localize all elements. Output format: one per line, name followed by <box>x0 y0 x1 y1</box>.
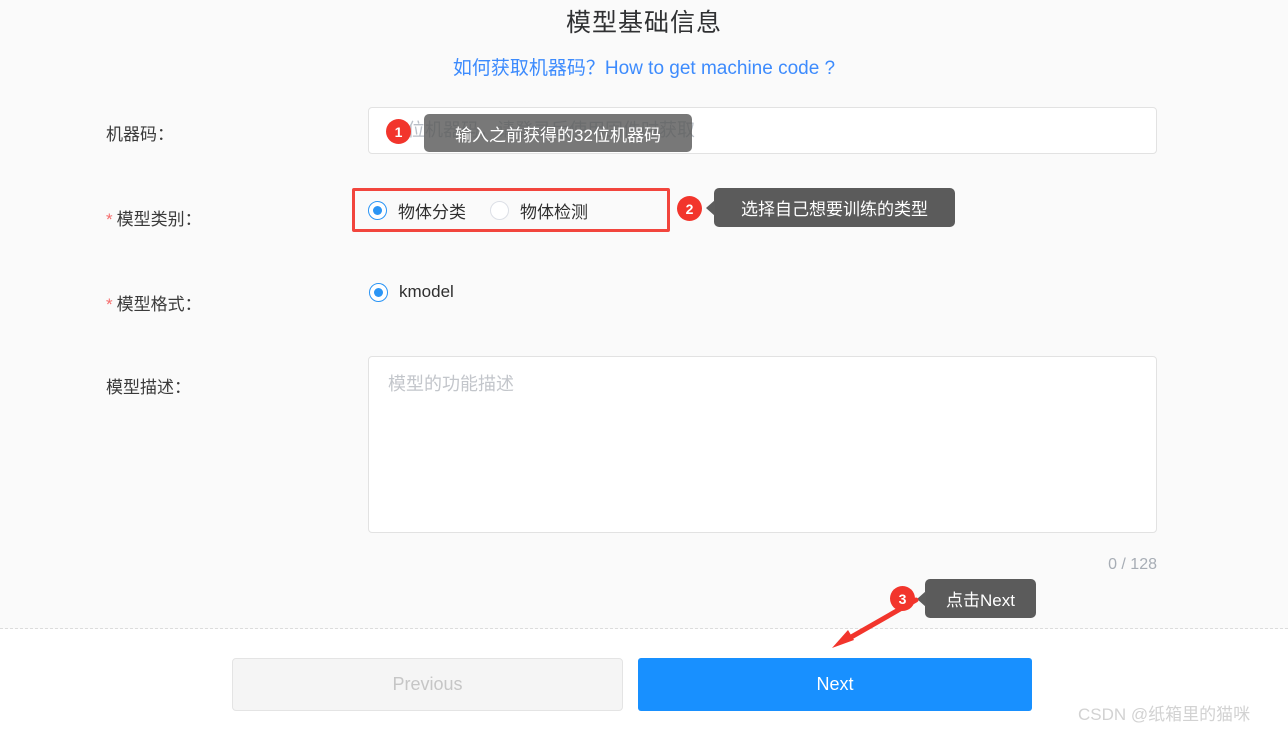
radio-kmodel[interactable]: kmodel <box>369 282 454 302</box>
radio-label-kmodel: kmodel <box>399 282 454 301</box>
radio-label-object-classification: 物体分类 <box>398 203 466 222</box>
model-format-radio-group[interactable]: kmodel <box>369 282 454 302</box>
callout-tooltip-3: 点击Next <box>917 579 1036 618</box>
section-divider <box>0 628 1288 629</box>
callout-badge-2: 2 <box>677 196 702 221</box>
model-description-label: 模型描述： <box>106 373 191 398</box>
model-category-radio-group[interactable]: 物体分类 物体检测 <box>368 198 588 223</box>
required-asterisk-format: * <box>106 295 113 314</box>
model-description-textarea[interactable]: 模型的功能描述 <box>368 356 1157 533</box>
model-category-label-text: 模型类别： <box>116 210 202 229</box>
radio-object-detection[interactable]: 物体检测 <box>490 198 588 223</box>
radio-object-classification[interactable]: 物体分类 <box>368 198 466 223</box>
radio-label-object-detection: 物体检测 <box>520 203 588 222</box>
radio-dot-icon[interactable] <box>368 201 387 220</box>
callout-tooltip-1: 输入之前获得的32位机器码 <box>424 114 692 152</box>
radio-dot-icon[interactable] <box>369 282 388 302</box>
callout-tooltip-2: 选择自己想要训练的类型 <box>706 188 955 227</box>
machine-code-label: 机器码： <box>106 120 174 145</box>
model-description-label-text: 模型描述： <box>106 378 191 397</box>
page-title: 模型基础信息 <box>565 9 722 37</box>
machine-code-label-text: 机器码： <box>106 125 174 144</box>
how-to-get-machine-code-link[interactable]: 如何获取机器码？How to get machine code ? <box>0 55 1288 83</box>
radio-dot-icon[interactable] <box>490 201 509 220</box>
character-counter: 0 / 128 <box>1108 556 1157 573</box>
previous-button[interactable]: Previous <box>232 658 623 711</box>
model-format-label: * 模型格式： <box>106 290 202 315</box>
model-description-placeholder: 模型的功能描述 <box>388 374 514 394</box>
model-category-label: * 模型类别： <box>106 205 202 230</box>
required-asterisk-category: * <box>106 210 113 229</box>
callout-badge-1: 1 <box>386 119 411 144</box>
callout-badge-3: 3 <box>890 586 915 611</box>
next-button[interactable]: Next <box>638 658 1032 711</box>
watermark: CSDN @纸箱里的猫咪 <box>1078 705 1251 724</box>
model-format-label-text: 模型格式： <box>116 295 202 314</box>
